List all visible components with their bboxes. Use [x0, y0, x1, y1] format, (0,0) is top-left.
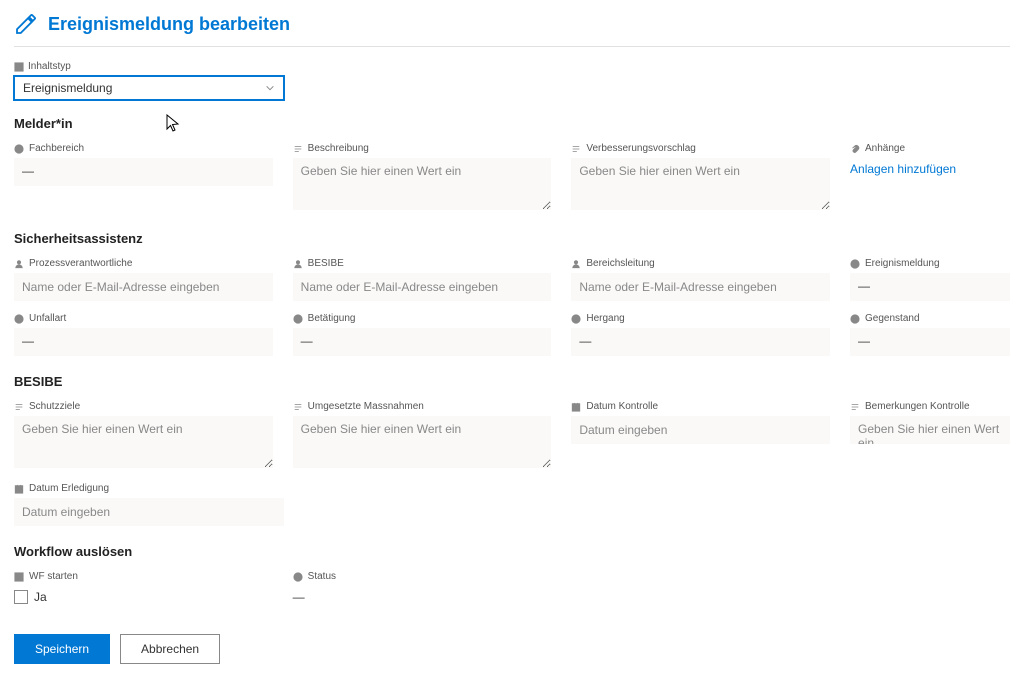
- cancel-button[interactable]: Abbrechen: [120, 634, 220, 664]
- content-type-label: Inhaltstyp: [28, 61, 71, 72]
- calendar-icon: [14, 484, 24, 494]
- section-besibe: BESIBE Schutzziele Umgesetzte Massnahmen…: [14, 374, 1010, 526]
- field-betaetigung: Betätigung —: [293, 313, 552, 356]
- section-melder: Melder*in Fachbereich — Beschreibung Ver…: [14, 116, 1010, 213]
- text-icon: [571, 144, 581, 154]
- field-bereichs-input[interactable]: [571, 273, 830, 301]
- section-sicherheit: Sicherheitsassistenz Prozessverantwortli…: [14, 231, 1010, 356]
- field-massnahmen-input[interactable]: [293, 416, 552, 468]
- field-prozess-input[interactable]: [14, 273, 273, 301]
- field-hergang-label: Hergang: [586, 313, 624, 324]
- field-anhaenge-label: Anhänge: [865, 143, 905, 154]
- page-title: Ereignismeldung bearbeiten: [48, 14, 290, 35]
- field-schutzziele-label: Schutzziele: [29, 401, 80, 412]
- edit-icon: [14, 12, 38, 36]
- section-workflow: Workflow auslösen WF starten Ja Status —: [14, 544, 1010, 614]
- field-schutzziele-input[interactable]: [14, 416, 273, 468]
- field-prozessverantwortliche: Prozessverantwortliche: [14, 258, 273, 301]
- content-type-label-row: Inhaltstyp: [14, 61, 1010, 72]
- field-fachbereich: Fachbereich —: [14, 143, 273, 213]
- field-datum-erledigung-label: Datum Erledigung: [29, 483, 109, 494]
- field-massnahmen: Umgesetzte Massnahmen: [293, 401, 552, 471]
- choice-icon: [850, 314, 860, 324]
- choice-icon: [14, 144, 24, 154]
- person-icon: [14, 259, 24, 269]
- field-gegenstand-value[interactable]: —: [850, 328, 1010, 356]
- content-type-select[interactable]: Ereignismeldung: [14, 76, 284, 100]
- content-type-block: Inhaltstyp Ereignismeldung: [14, 61, 1010, 100]
- field-datum-kontrolle-label: Datum Kontrolle: [586, 401, 658, 412]
- field-datum-kontrolle-input[interactable]: [571, 416, 830, 444]
- field-beta-value[interactable]: —: [293, 328, 552, 356]
- field-verbesserung-label: Verbesserungsvorschlag: [586, 143, 696, 154]
- text-icon: [293, 402, 303, 412]
- field-unfallart: Unfallart —: [14, 313, 273, 356]
- checkbox-icon: [14, 572, 24, 582]
- content-type-value: Ereignismeldung: [23, 81, 112, 95]
- field-status-label: Status: [308, 571, 336, 582]
- choice-icon: [14, 314, 24, 324]
- field-unfallart-label: Unfallart: [29, 313, 66, 324]
- field-besibe-person: BESIBE: [293, 258, 552, 301]
- footer: Speichern Abbrechen: [14, 634, 1010, 664]
- field-besibe-person-label: BESIBE: [308, 258, 344, 269]
- calendar-icon: [571, 402, 581, 412]
- section-besibe-title: BESIBE: [14, 374, 1010, 389]
- field-gegenstand-label: Gegenstand: [865, 313, 920, 324]
- field-besibe-person-input[interactable]: [293, 273, 552, 301]
- field-beschreibung-input[interactable]: [293, 158, 552, 210]
- field-datum-erledigung: Datum Erledigung: [14, 483, 284, 526]
- field-status-value: —: [293, 586, 552, 614]
- field-ereignis-value[interactable]: —: [850, 273, 1010, 301]
- checkbox-box[interactable]: [14, 590, 28, 604]
- choice-icon: [571, 314, 581, 324]
- field-hergang-value[interactable]: —: [571, 328, 830, 356]
- attachment-icon: [850, 144, 860, 154]
- field-wf-label: WF starten: [29, 571, 78, 582]
- person-icon: [293, 259, 303, 269]
- field-datum-erledigung-input[interactable]: [14, 498, 284, 526]
- field-verbesserung-input[interactable]: [571, 158, 830, 210]
- field-schutzziele: Schutzziele: [14, 401, 273, 471]
- field-beschreibung-label: Beschreibung: [308, 143, 369, 154]
- field-datum-kontrolle: Datum Kontrolle: [571, 401, 830, 471]
- field-beschreibung: Beschreibung: [293, 143, 552, 213]
- header: Ereignismeldung bearbeiten: [14, 12, 1010, 47]
- field-bemerkungen-label: Bemerkungen Kontrolle: [865, 401, 970, 412]
- text-icon: [14, 402, 24, 412]
- field-beta-label: Betätigung: [308, 313, 356, 324]
- choice-icon: [850, 259, 860, 269]
- section-sicherheit-title: Sicherheitsassistenz: [14, 231, 1010, 246]
- field-gegenstand: Gegenstand —: [850, 313, 1010, 356]
- content-type-icon: [14, 62, 24, 72]
- field-anhaenge: Anhänge Anlagen hinzufügen: [850, 143, 1010, 213]
- text-icon: [293, 144, 303, 154]
- field-massnahmen-label: Umgesetzte Massnahmen: [308, 401, 424, 412]
- field-status: Status —: [293, 571, 552, 614]
- field-prozess-label: Prozessverantwortliche: [29, 258, 132, 269]
- text-icon: [850, 402, 860, 412]
- field-bereichsleitung: Bereichsleitung: [571, 258, 830, 301]
- field-wf-option: Ja: [34, 590, 47, 604]
- save-button[interactable]: Speichern: [14, 634, 110, 664]
- choice-icon: [293, 572, 303, 582]
- person-icon: [571, 259, 581, 269]
- chevron-down-icon: [265, 83, 275, 93]
- section-melder-title: Melder*in: [14, 116, 1010, 131]
- field-wf-starten: WF starten Ja: [14, 571, 273, 614]
- field-fachbereich-value[interactable]: —: [14, 158, 273, 186]
- field-ereignis-label: Ereignismeldung: [865, 258, 940, 269]
- field-wf-checkbox-row[interactable]: Ja: [14, 586, 273, 608]
- field-verbesserung: Verbesserungsvorschlag: [571, 143, 830, 213]
- choice-icon: [293, 314, 303, 324]
- attachments-link[interactable]: Anlagen hinzufügen: [850, 158, 956, 180]
- field-unfallart-value[interactable]: —: [14, 328, 273, 356]
- field-ereignismeldung: Ereignismeldung —: [850, 258, 1010, 301]
- field-bemerkungen-input[interactable]: [850, 416, 1010, 444]
- field-fachbereich-label: Fachbereich: [29, 143, 84, 154]
- field-hergang: Hergang —: [571, 313, 830, 356]
- section-workflow-title: Workflow auslösen: [14, 544, 1010, 559]
- field-bereichs-label: Bereichsleitung: [586, 258, 654, 269]
- field-bemerkungen-kontrolle: Bemerkungen Kontrolle: [850, 401, 1010, 471]
